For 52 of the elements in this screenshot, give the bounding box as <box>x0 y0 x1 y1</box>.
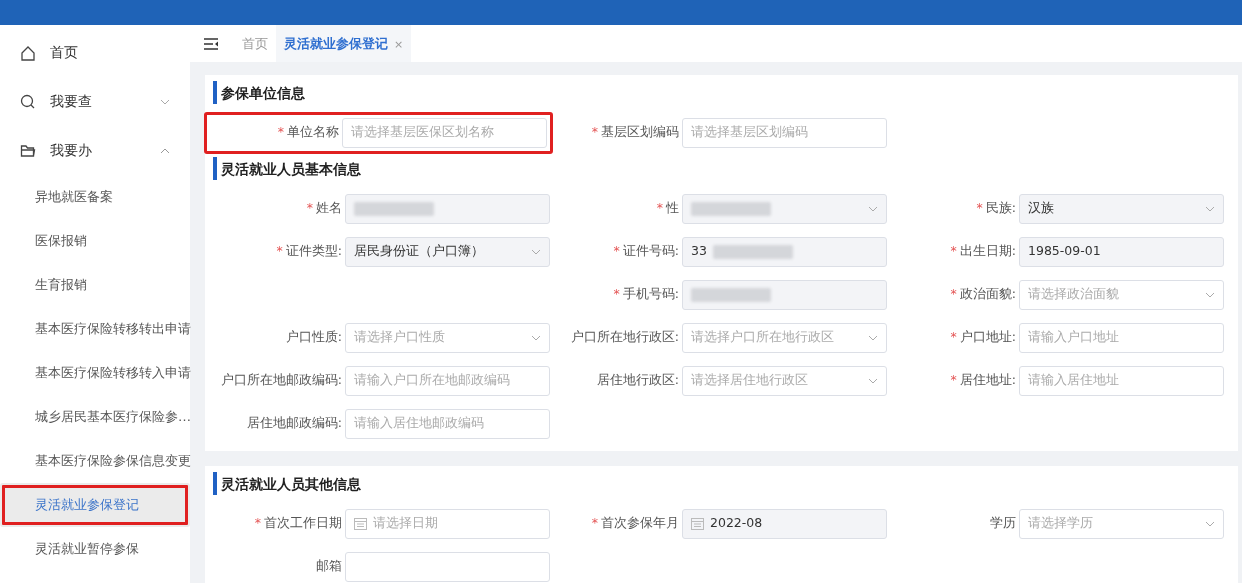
field-label: 邮箱 <box>315 557 343 576</box>
field-label: * 姓名 <box>305 199 343 218</box>
field-label: 学历 <box>989 514 1017 533</box>
chevron-down-icon <box>1205 291 1215 298</box>
section-title: 灵活就业人员基本信息 <box>213 157 1230 180</box>
field-label: 户口所在地行政区: <box>569 328 680 347</box>
field-label: * 基层区划编码 <box>590 123 680 142</box>
field-label: 户口所在地邮政编码: <box>219 371 343 390</box>
search-icon <box>20 93 36 110</box>
sidebar-item[interactable]: 医保报销 <box>0 219 190 263</box>
field-label: * 单位名称 <box>276 123 340 142</box>
home-icon <box>20 44 36 61</box>
sidebar-item[interactable]: 异地就医备案 <box>0 175 190 219</box>
sidebar-item[interactable]: 基本医疗保险参保信息变更 <box>0 439 190 483</box>
sidebar-item[interactable]: 灵活就业暂停参保 <box>0 527 190 571</box>
sidebar-item[interactable]: 首页 <box>0 28 190 77</box>
sidebar-item[interactable]: 基本医疗保险转移转入申请 <box>0 351 190 395</box>
calendar-icon <box>354 517 367 530</box>
field-label: * 民族: <box>975 199 1017 218</box>
field-label: * 居住地址: <box>949 371 1017 390</box>
field-label: * 政治面貌: <box>949 285 1017 304</box>
sidebar-item[interactable]: 基本医疗保险转移转出申请 <box>0 307 190 351</box>
sidebar-item[interactable]: 我要办 <box>0 126 190 175</box>
section-title: 灵活就业人员其他信息 <box>213 472 1230 495</box>
input-field[interactable] <box>345 551 550 582</box>
chevron-down-icon <box>868 377 878 384</box>
field-label: * 出生日期: <box>949 242 1017 261</box>
chevron-down-icon <box>868 334 878 341</box>
tab[interactable]: 灵活就业参保登记 × <box>276 25 412 62</box>
field-label: * 性 <box>655 199 680 218</box>
menu-collapse-icon <box>204 37 218 50</box>
chevron-down-icon <box>531 334 541 341</box>
sidebar-item[interactable]: 灵活就业参保登记 <box>0 483 190 527</box>
field-label: * 首次工作日期 <box>253 514 343 533</box>
chevron-down-icon <box>868 205 878 212</box>
chevron-down-icon <box>1205 205 1215 212</box>
field-label: * 户口地址: <box>949 328 1017 347</box>
field-label: 居住地邮政编码: <box>245 414 343 433</box>
sidebar-item[interactable]: 城乡居民基本医疗保险参… <box>0 395 190 439</box>
folder-icon <box>20 142 36 159</box>
field-label: * 证件类型: <box>275 242 343 261</box>
field-label: * 手机号码: <box>612 285 680 304</box>
chevron-down-icon <box>1205 520 1215 527</box>
field-label: * 首次参保年月 <box>590 514 680 533</box>
field-label: 户口性质: <box>284 328 343 347</box>
chevron-down-icon <box>531 248 541 255</box>
field-label: * 证件号码: <box>612 242 680 261</box>
field-label: 居住地行政区: <box>595 371 680 390</box>
section-title: 参保单位信息 <box>213 81 1230 104</box>
sidebar-item[interactable]: 我要查 <box>0 77 190 126</box>
calendar-icon <box>691 517 704 530</box>
sidebar-item[interactable]: 生育报销 <box>0 263 190 307</box>
